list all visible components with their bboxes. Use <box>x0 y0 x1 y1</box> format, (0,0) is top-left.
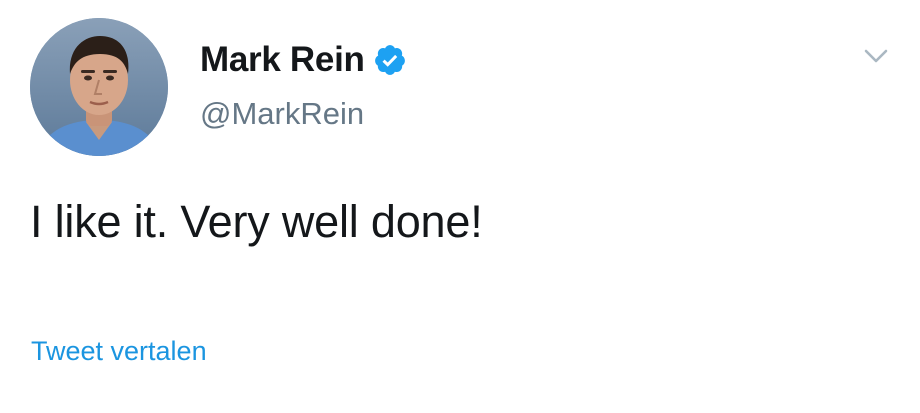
translate-tweet-link[interactable]: Tweet vertalen <box>31 336 207 367</box>
tweet-card: Mark Rein @MarkRein I like it. Very well… <box>0 0 920 413</box>
display-name-text: Mark Rein <box>200 40 365 79</box>
display-name[interactable]: Mark Rein <box>200 40 407 80</box>
tweet-text: I like it. Very well done! <box>30 196 483 247</box>
user-handle[interactable]: @MarkRein <box>200 96 364 132</box>
verified-badge-icon <box>373 43 407 77</box>
chevron-down-icon[interactable] <box>858 38 894 74</box>
avatar-photo-icon <box>30 18 168 156</box>
avatar[interactable] <box>30 18 168 156</box>
